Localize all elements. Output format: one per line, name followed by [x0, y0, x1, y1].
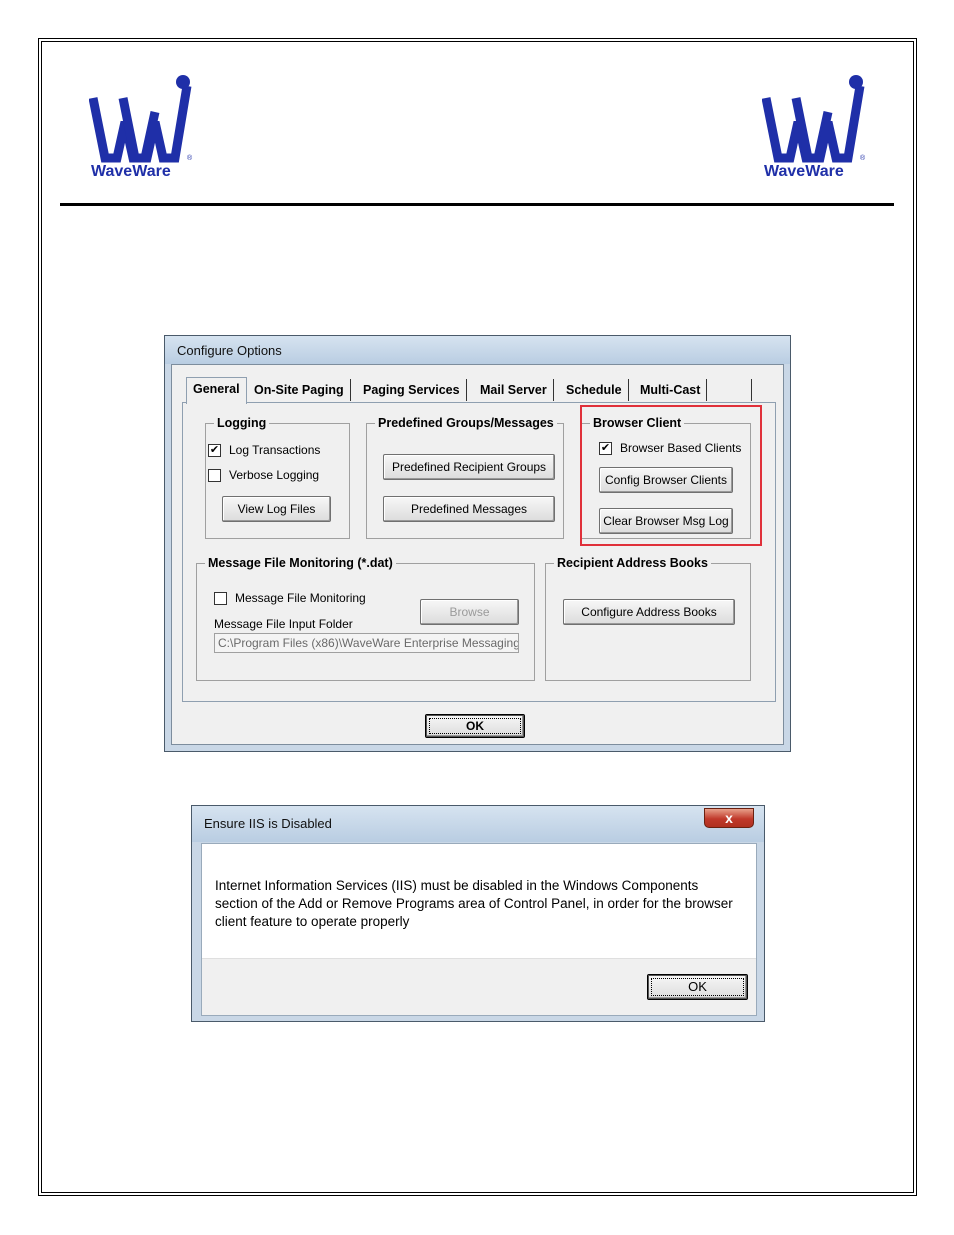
- address-books-group-label: Recipient Address Books: [554, 556, 711, 570]
- dialog-ok-button[interactable]: OK: [647, 974, 748, 1000]
- message-file-monitoring-checkbox[interactable]: [214, 591, 227, 605]
- tab-schedule[interactable]: Schedule: [560, 379, 629, 401]
- view-log-files-button[interactable]: View Log Files: [222, 496, 331, 522]
- ensure-iis-disabled-dialog: Ensure IIS is Disabled x Internet Inform…: [191, 805, 765, 1022]
- verbose-logging-checkbox[interactable]: [208, 468, 221, 482]
- close-button[interactable]: x: [704, 808, 754, 828]
- predefined-group-label: Predefined Groups/Messages: [375, 416, 557, 430]
- dialog-client-area: Internet Information Services (IIS) must…: [201, 843, 757, 1016]
- waveware-logo-left: ® WaveWare: [89, 72, 195, 180]
- predefined-messages-button[interactable]: Predefined Messages: [383, 496, 555, 522]
- message-file-monitoring-label: Message File Monitoring: [235, 591, 366, 605]
- configure-address-books-button[interactable]: Configure Address Books: [563, 599, 735, 625]
- input-folder-field[interactable]: C:\Program Files (x86)\WaveWare Enterpri…: [214, 633, 519, 653]
- tab-on-site-paging[interactable]: On-Site Paging: [248, 379, 351, 401]
- svg-text:®: ®: [187, 154, 193, 162]
- ok-button[interactable]: OK: [425, 714, 525, 738]
- window-title: Configure Options: [165, 336, 790, 364]
- address-books-group: Recipient Address Books Configure Addres…: [545, 556, 751, 681]
- file-monitoring-group-label: Message File Monitoring (*.dat): [205, 556, 396, 570]
- predefined-group: Predefined Groups/Messages Predefined Re…: [366, 416, 564, 539]
- browse-button[interactable]: Browse: [420, 599, 519, 625]
- tab-strip: General On-Site Paging Paging Services M…: [182, 377, 762, 404]
- input-folder-label: Message File Input Folder: [214, 617, 353, 631]
- tab-multi-cast[interactable]: Multi-Cast: [634, 379, 708, 401]
- dialog-title: Ensure IIS is Disabled: [192, 806, 764, 842]
- logo-text: WaveWare: [91, 163, 171, 180]
- log-transactions-checkbox[interactable]: ✔: [208, 443, 221, 457]
- logging-group-label: Logging: [214, 416, 270, 430]
- file-monitoring-group: Message File Monitoring (*.dat) Message …: [196, 556, 535, 681]
- verbose-logging-label: Verbose Logging: [229, 468, 320, 482]
- message-file-monitoring-option[interactable]: Message File Monitoring: [214, 591, 366, 605]
- verbose-logging-option[interactable]: Verbose Logging: [208, 468, 319, 482]
- dialog-message: Internet Information Services (IIS) must…: [215, 878, 733, 929]
- tab-mail-server[interactable]: Mail Server: [474, 379, 554, 401]
- log-transactions-label: Log Transactions: [229, 443, 321, 457]
- predefined-recipient-groups-button[interactable]: Predefined Recipient Groups: [383, 454, 555, 480]
- logging-group: Logging ✔ Log Transactions Verbose Loggi…: [205, 416, 350, 539]
- dialog-footer: OK: [202, 958, 756, 1015]
- logo-text: WaveWare: [764, 163, 844, 180]
- log-transactions-option[interactable]: ✔ Log Transactions: [208, 443, 320, 457]
- browser-client-highlight: [580, 405, 762, 546]
- header-divider: [60, 203, 894, 206]
- tab-overflow[interactable]: [712, 379, 752, 401]
- tab-general[interactable]: General: [186, 377, 247, 404]
- waveware-logo-right: ® WaveWare: [762, 72, 868, 180]
- svg-text:®: ®: [860, 154, 866, 162]
- tab-paging-services[interactable]: Paging Services: [357, 379, 467, 401]
